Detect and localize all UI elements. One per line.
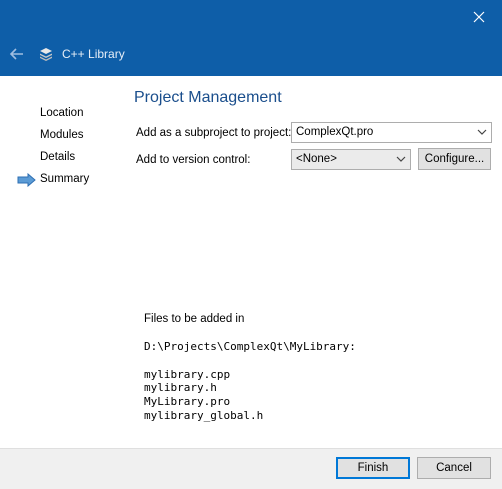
vcs-label: Add to version control:: [136, 154, 251, 166]
wizard-header: C++ Library: [0, 33, 502, 76]
file-item: mylibrary_global.h: [144, 409, 264, 422]
chevron-down-icon: [396, 156, 406, 162]
step-details: Details: [40, 151, 76, 163]
finish-button[interactable]: Finish: [336, 457, 410, 479]
cancel-button[interactable]: Cancel: [417, 457, 491, 479]
file-item: MyLibrary.pro: [144, 395, 231, 408]
wizard-title: C++ Library: [62, 47, 125, 61]
step-summary: Summary: [40, 173, 90, 185]
configure-button[interactable]: Configure...: [418, 148, 491, 170]
page-title: Project Management: [134, 89, 282, 106]
step-modules: Modules: [40, 129, 84, 141]
files-path: D:\Projects\ComplexQt\MyLibrary:: [144, 340, 356, 353]
step-location: Location: [40, 107, 84, 119]
close-icon[interactable]: [456, 0, 502, 33]
chevron-down-icon: [477, 129, 487, 135]
back-arrow-icon[interactable]: [8, 45, 26, 63]
file-item: mylibrary.cpp: [144, 368, 231, 381]
library-icon: [40, 48, 52, 61]
vcs-value: <None>: [296, 153, 337, 165]
subproject-value: ComplexQt.pro: [296, 126, 374, 138]
file-item: mylibrary.h: [144, 381, 217, 394]
current-step-arrow-icon: [17, 173, 36, 187]
subproject-combo[interactable]: ComplexQt.pro: [291, 122, 492, 143]
button-bar: Finish Cancel: [0, 448, 502, 489]
subproject-label: Add as a subproject to project:: [136, 127, 292, 139]
title-bar: [0, 0, 502, 33]
files-heading: Files to be added in: [144, 313, 245, 325]
vcs-combo[interactable]: <None>: [291, 149, 411, 170]
